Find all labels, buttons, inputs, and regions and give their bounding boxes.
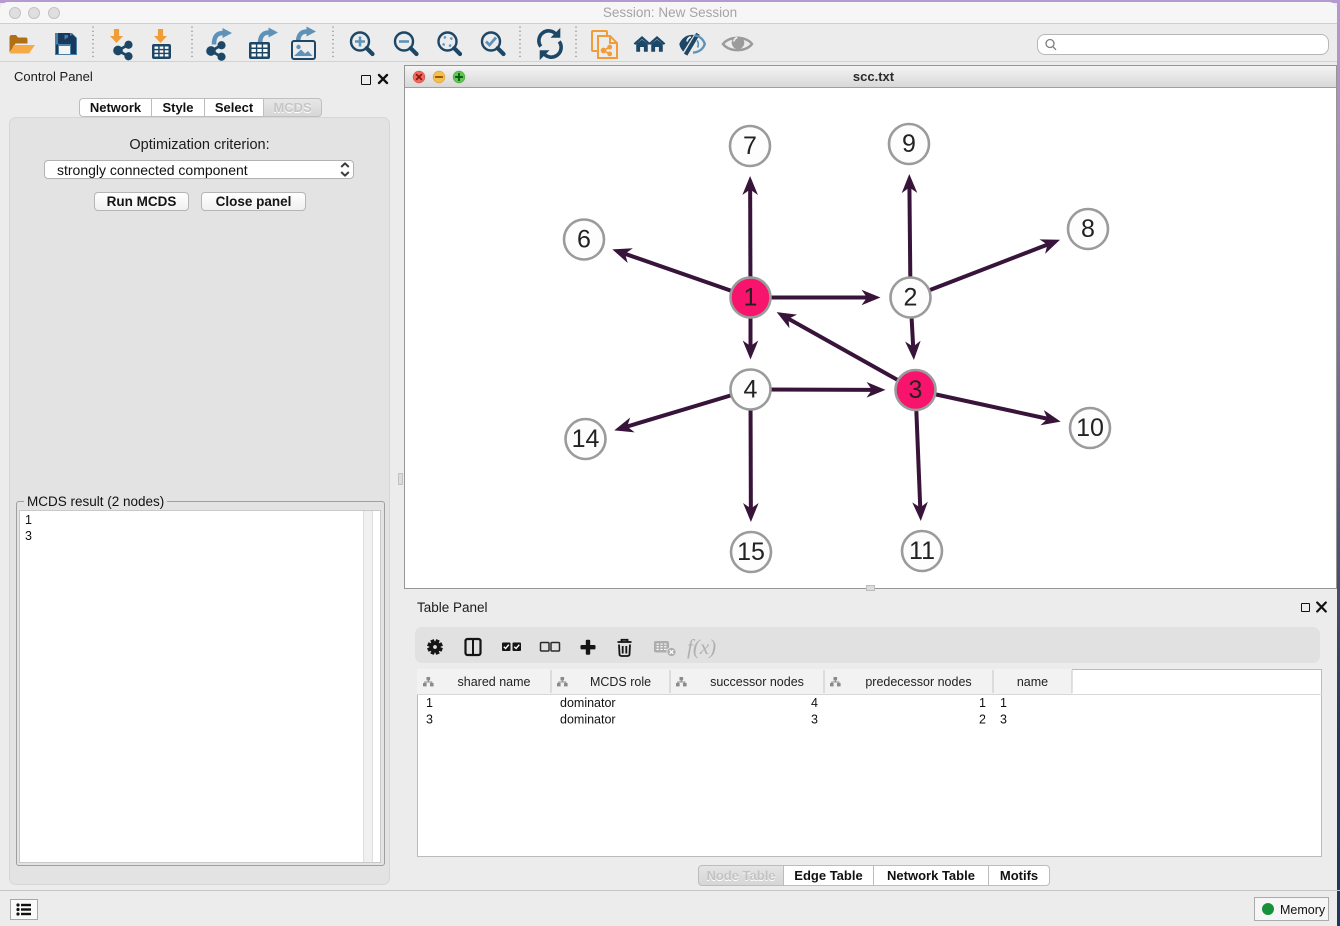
svg-text:3: 3: [811, 712, 818, 726]
svg-text:f(x): f(x): [687, 635, 716, 659]
svg-text:3: 3: [426, 712, 433, 726]
svg-text:11: 11: [909, 537, 935, 565]
svg-text:shared name: shared name: [458, 675, 531, 689]
svg-text:14: 14: [572, 425, 600, 453]
svg-text:MCDS role: MCDS role: [590, 675, 651, 689]
svg-text:15: 15: [737, 538, 765, 566]
svg-text:1: 1: [426, 696, 433, 710]
svg-text:3: 3: [909, 376, 923, 404]
svg-text:1: 1: [1000, 696, 1007, 710]
svg-text:2: 2: [904, 284, 918, 312]
svg-text:8: 8: [1081, 215, 1095, 243]
svg-text:dominator: dominator: [560, 696, 616, 710]
svg-text:1: 1: [979, 696, 986, 710]
svg-text:6: 6: [577, 226, 591, 254]
svg-text:1: 1: [744, 284, 758, 312]
svg-text:predecessor nodes: predecessor nodes: [865, 675, 971, 689]
svg-text:10: 10: [1076, 414, 1104, 442]
svg-text:4: 4: [811, 696, 818, 710]
svg-text:9: 9: [902, 130, 916, 158]
svg-text:4: 4: [744, 376, 758, 404]
svg-text:7: 7: [743, 132, 757, 160]
svg-text:dominator: dominator: [560, 712, 616, 726]
svg-text:successor nodes: successor nodes: [710, 675, 804, 689]
svg-text:3: 3: [1000, 712, 1007, 726]
svg-text:name: name: [1017, 675, 1048, 689]
svg-text:2: 2: [979, 712, 986, 726]
